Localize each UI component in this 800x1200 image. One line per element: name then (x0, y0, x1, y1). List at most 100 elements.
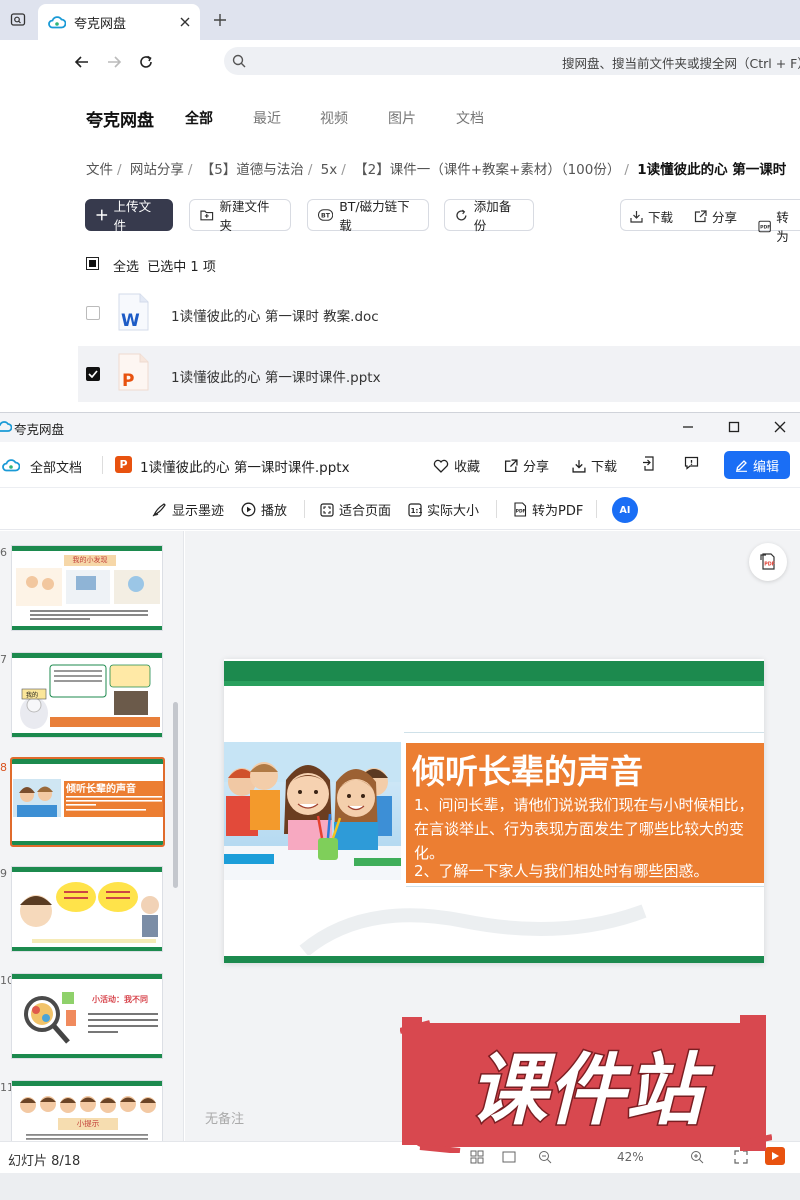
bt-download-button[interactable]: BT BT/磁力链下载 (307, 199, 429, 233)
drive-brand-logo[interactable]: 夸克网盘 (86, 106, 154, 131)
file-checkbox-checked[interactable] (86, 367, 100, 381)
slide-thumbnail[interactable]: 我的小发现 (11, 545, 163, 631)
new-folder-button[interactable]: 新建文件夹 (189, 199, 291, 233)
convert-pdf-label: 转为PDF (532, 504, 584, 519)
svg-text:1:1: 1:1 (411, 507, 422, 515)
breadcrumb-item[interactable]: 文件 (86, 162, 113, 178)
slide-thumbnail-active[interactable]: 倾听长辈的声音 (10, 757, 165, 847)
thumbnail-illustration (20, 882, 159, 943)
ppt-doc-icon: P (115, 456, 132, 473)
tab-all[interactable]: 全部 (185, 108, 213, 128)
edit-button[interactable]: 编辑 (724, 451, 790, 479)
word-file-icon: W (117, 293, 149, 331)
select-all-text[interactable]: 全选 (113, 260, 139, 275)
slide-thumbnail[interactable]: 小提示 (11, 1080, 163, 1142)
thumbnail-illustration (13, 779, 61, 817)
thumbnail-title: 我的小发现 (64, 555, 116, 566)
file-name[interactable]: 1读懂彼此的心 第一课时课件.pptx (171, 366, 381, 386)
browser-tab-quark[interactable]: 夸克网盘 (38, 4, 200, 40)
maximize-icon[interactable] (725, 418, 743, 436)
play-icon (241, 502, 256, 517)
tab-close-icon[interactable] (176, 13, 194, 31)
convert-pdf-button[interactable]: PDF 转为 (758, 207, 800, 245)
thumbnail-scrollbar[interactable] (173, 702, 178, 888)
viewer-share-button[interactable]: 分享 (504, 456, 549, 475)
tab-recent[interactable]: 最近 (253, 108, 281, 128)
close-window-icon[interactable] (771, 418, 789, 436)
svg-text:PDF: PDF (764, 562, 775, 568)
pdf-icon: PDF (758, 220, 771, 232)
slide-body-line: 2、了解一下家人与我们相处时有哪些困惑。 (414, 862, 709, 880)
breadcrumb-item[interactable]: 【5】道德与法治 (201, 162, 304, 178)
breadcrumb-item[interactable]: 网站分享 (130, 162, 184, 178)
actual-size-button[interactable]: 1:1 实际大小 (408, 500, 479, 519)
tab-document[interactable]: 文档 (456, 108, 484, 128)
share-label: 分享 (712, 210, 738, 225)
all-docs-link[interactable]: 全部文档 (30, 457, 82, 476)
slide-divider (404, 732, 764, 733)
upload-button[interactable]: 上传文件 (85, 199, 173, 233)
share-icon (504, 458, 518, 472)
breadcrumb-item[interactable]: 【2】课件一（课件+教案+素材）（100份） (354, 162, 620, 178)
favorite-button[interactable]: 收藏 (433, 456, 480, 475)
selected-count: 已选中 1 项 (147, 260, 216, 275)
notes-placeholder[interactable]: 无备注 (205, 1108, 244, 1127)
save-to-drive-icon[interactable] (642, 456, 661, 471)
share-icon (694, 210, 707, 223)
thumbnail-illustration (24, 992, 76, 1044)
play-button[interactable]: 播放 (241, 500, 287, 519)
slide-divider (406, 886, 764, 887)
checkmark-icon (88, 370, 98, 378)
ppt-badge: P (122, 371, 134, 391)
file-checkbox[interactable] (86, 306, 100, 320)
thumbnail-illustration (20, 1096, 156, 1113)
fit-page-label: 适合页面 (339, 504, 392, 519)
add-backup-label: 添加备份 (473, 199, 512, 233)
slide-thumbnail[interactable]: 小活动：我不同 (11, 973, 163, 1059)
viewer-download-button[interactable]: 下载 (572, 456, 617, 475)
new-tab-icon[interactable] (208, 8, 232, 32)
download-button[interactable]: 下载 (630, 207, 673, 226)
slide-thumbnail[interactable] (11, 866, 163, 952)
minimize-icon[interactable] (679, 418, 697, 436)
float-pdf-convert-icon[interactable]: PDF (749, 543, 787, 581)
slide-children-photo (224, 742, 401, 880)
slide-body-line: 1、问问长辈，请他们说说我们现在与小时候相比， (414, 796, 754, 814)
reload-icon[interactable] (134, 50, 158, 74)
select-all-checkbox[interactable] (86, 257, 99, 270)
thumbnail-title: 倾听长辈的声音 (66, 784, 136, 795)
back-arrow-icon[interactable] (70, 50, 94, 74)
thumbnail-title: 小提示 (58, 1118, 118, 1130)
ai-assistant-button[interactable]: AI (612, 497, 638, 523)
breadcrumb-item[interactable]: 5x (321, 162, 338, 178)
tab-search-icon[interactable] (6, 8, 30, 32)
thumbnail-number: 9 (0, 867, 7, 880)
toolbar-divider (304, 500, 305, 518)
viewer-app-title: 夸克网盘 (14, 422, 65, 437)
file-name[interactable]: 1读懂彼此的心 第一课时 教案.doc (171, 305, 379, 325)
forward-arrow-icon[interactable] (102, 50, 126, 74)
bt-icon: BT (318, 209, 334, 221)
new-folder-label: 新建文件夹 (219, 199, 270, 233)
svg-text:PDF: PDF (516, 509, 526, 515)
play-label: 播放 (261, 504, 288, 519)
slide-heading: 倾听长辈的声音 (412, 752, 643, 791)
slide-body-line: 在言谈举止、行为表现方面发生了哪些比较大的变 (414, 820, 745, 838)
thumbnail-illustration: 我的 (20, 664, 160, 729)
convert-pdf-toolbar-button[interactable]: PDF 转为PDF (513, 500, 583, 519)
share-button[interactable]: 分享 (694, 207, 737, 226)
watermark-text: 课件站 (469, 1046, 714, 1136)
quark-cloud-icon (48, 15, 66, 29)
show-ink-button[interactable]: 显示墨迹 (152, 500, 224, 519)
current-slide: 倾听长辈的声音 1、问问长辈，请他们说说我们现在与小时候相比， 在言谈举止、行为… (224, 659, 764, 963)
tab-image[interactable]: 图片 (388, 108, 416, 128)
svg-text:BT: BT (321, 213, 331, 220)
report-icon[interactable] (684, 456, 704, 470)
folder-plus-icon (200, 210, 214, 221)
fit-page-button[interactable]: 适合页面 (320, 500, 391, 519)
slide-thumbnail[interactable]: 我的 (11, 652, 163, 738)
upload-button-label: 上传文件 (113, 199, 152, 233)
tab-video[interactable]: 视频 (320, 108, 348, 128)
download-icon (572, 459, 586, 473)
add-backup-button[interactable]: 添加备份 (444, 199, 534, 233)
